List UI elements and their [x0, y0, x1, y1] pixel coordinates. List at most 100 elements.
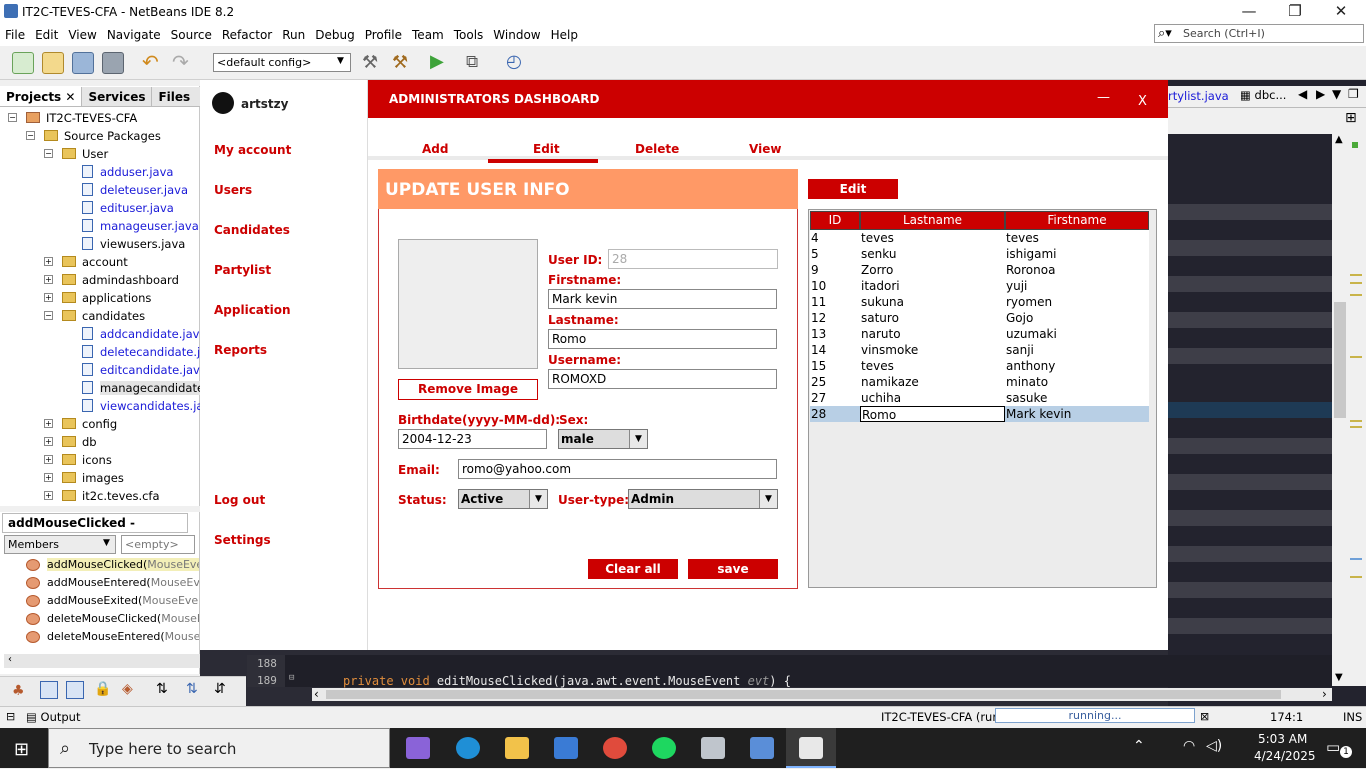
scroll-thumb[interactable]: [1334, 302, 1346, 418]
navigator-item[interactable]: deleteMouseClicked(MouseEve: [47, 612, 199, 625]
filter-inherited-icon[interactable]: ◈: [122, 681, 133, 697]
settings-link[interactable]: Settings: [214, 533, 271, 547]
expand-toggle-icon[interactable]: +: [44, 293, 53, 302]
tree-node[interactable]: User: [82, 147, 108, 161]
tree-node[interactable]: db: [82, 435, 97, 449]
remove-image-button[interactable]: Remove Image: [398, 379, 538, 400]
notification-icon[interactable]: ▭: [1326, 738, 1340, 756]
firstname-field[interactable]: Mark kevin: [548, 289, 777, 309]
table-row[interactable]: 28 Romo Mark kevin: [810, 406, 1149, 422]
column-header-firstname[interactable]: Firstname: [1005, 211, 1149, 230]
open-project-icon[interactable]: [72, 52, 94, 74]
save-button[interactable]: save: [688, 559, 778, 579]
table-row[interactable]: 5 senku ishigami: [810, 246, 1149, 262]
spotify-icon[interactable]: [652, 737, 676, 759]
new-project-icon[interactable]: [42, 52, 64, 74]
tab-dropdown-icon[interactable]: ▼: [1332, 87, 1341, 101]
navigator-item[interactable]: addMouseEntered(MouseEvent: [47, 576, 199, 589]
tree-node[interactable]: addcandidate.java: [100, 327, 206, 341]
usertype-select[interactable]: Admin ▼: [628, 489, 778, 509]
tree-node[interactable]: viewcandidates.jav: [100, 399, 210, 413]
menu-refactor[interactable]: Refactor: [217, 28, 277, 42]
scroll-left-icon[interactable]: ‹: [314, 687, 319, 701]
scroll-tabs-right-icon[interactable]: ▶: [1316, 87, 1325, 101]
sex-select[interactable]: male ▼: [558, 429, 648, 449]
store-icon[interactable]: [554, 737, 578, 759]
clean-build-icon[interactable]: ⚒: [392, 52, 408, 73]
table-row[interactable]: 25 namikaze minato: [810, 374, 1149, 390]
filter-lock-icon[interactable]: 🔒: [94, 681, 111, 697]
running-project[interactable]: IT2C-TEVES-CFA (run): [881, 710, 1004, 724]
tab-delete[interactable]: Delete: [635, 142, 679, 156]
editor-vertical-scrollbar[interactable]: ▲ ▼: [1332, 134, 1348, 686]
expand-toggle-icon[interactable]: +: [44, 491, 53, 500]
menu-file[interactable]: File: [0, 28, 30, 42]
restore-editor-icon[interactable]: ❐: [1348, 87, 1359, 101]
tree-node[interactable]: applications: [82, 291, 151, 305]
sidebar-item-reports[interactable]: Reports: [214, 343, 267, 357]
redo-icon[interactable]: ↷: [172, 50, 189, 74]
menu-debug[interactable]: Debug: [310, 28, 359, 42]
edge-icon[interactable]: [456, 737, 480, 759]
scroll-tabs-left-icon[interactable]: ◀: [1298, 87, 1307, 101]
code-text[interactable]: private void editMouseClicked(java.awt.e…: [343, 674, 791, 688]
minimize-window-icon[interactable]: —: [1226, 0, 1272, 24]
edit-button[interactable]: Edit: [808, 179, 898, 199]
tab-add[interactable]: Add: [422, 142, 448, 156]
editor-horizontal-scrollbar[interactable]: ‹ ›: [312, 687, 1332, 701]
split-editor-icon[interactable]: ⊞: [1345, 110, 1357, 126]
profile-icon[interactable]: ◴: [506, 51, 522, 72]
menu-help[interactable]: Help: [546, 28, 583, 42]
close-icon[interactable]: ✕: [65, 90, 75, 104]
user-photo[interactable]: [398, 239, 538, 369]
expand-toggle-icon[interactable]: +: [44, 455, 53, 464]
file-explorer-icon[interactable]: [505, 737, 529, 759]
build-icon[interactable]: ⚒: [362, 52, 378, 73]
tree-node[interactable]: edituser.java: [100, 201, 174, 215]
filter-nonpublic-icon[interactable]: [40, 681, 58, 699]
run-progress-bar[interactable]: running...: [995, 708, 1195, 723]
filter-static-icon[interactable]: [66, 681, 84, 699]
ide-search-input[interactable]: Search (Ctrl+I): [1154, 24, 1364, 43]
scroll-right-icon[interactable]: ›: [1322, 687, 1327, 701]
tab-edit[interactable]: Edit: [533, 142, 560, 156]
column-header-id[interactable]: ID: [810, 211, 860, 230]
sort-icon[interactable]: ⇅: [156, 681, 168, 697]
tab-view[interactable]: View: [749, 142, 781, 156]
status-select[interactable]: Active ▼: [458, 489, 548, 509]
volume-icon[interactable]: ◁): [1206, 738, 1222, 754]
expand-toggle-icon[interactable]: +: [44, 437, 53, 446]
tab-services[interactable]: Services: [82, 87, 153, 106]
sort-source-icon[interactable]: ⇵: [214, 681, 226, 697]
email-field[interactable]: romo@yahoo.com: [458, 459, 777, 479]
taskbar-search[interactable]: Type here to search: [48, 728, 390, 768]
tree-node[interactable]: managecandidates.: [100, 381, 214, 395]
table-row[interactable]: 12 saturo Gojo: [810, 310, 1149, 326]
file-tab-partylist[interactable]: rtylist.java: [1168, 89, 1233, 103]
table-row[interactable]: 9 Zorro Roronoa: [810, 262, 1149, 278]
scroll-up-icon[interactable]: ▲: [1335, 134, 1343, 145]
tree-node[interactable]: config: [82, 417, 117, 431]
menu-run[interactable]: Run: [277, 28, 310, 42]
tree-node[interactable]: images: [82, 471, 124, 485]
undo-icon[interactable]: ↶: [142, 50, 159, 74]
sidebar-item-candidates[interactable]: Candidates: [214, 223, 290, 237]
clear-all-button[interactable]: Clear all: [588, 559, 678, 579]
tree-node[interactable]: IT2C-TEVES-CFA: [46, 111, 137, 125]
table-row[interactable]: 10 itadori yuji: [810, 278, 1149, 294]
output-tab[interactable]: ▤ Output: [26, 710, 80, 724]
menu-source[interactable]: Source: [166, 28, 217, 42]
birthdate-field[interactable]: 2004-12-23: [398, 429, 547, 449]
table-row[interactable]: 4 teves teves: [810, 230, 1149, 246]
navigator-item[interactable]: addMouseClicked(MouseEvent e: [47, 558, 199, 571]
expand-toggle-icon[interactable]: +: [44, 275, 53, 284]
tree-node[interactable]: icons: [82, 453, 112, 467]
tree-node[interactable]: adduser.java: [100, 165, 173, 179]
expand-toggle-icon[interactable]: −: [26, 131, 35, 140]
sidebar-item-partylist[interactable]: Partylist: [214, 263, 271, 277]
cancel-process-icon[interactable]: ⊠: [1200, 710, 1209, 723]
menu-edit[interactable]: Edit: [30, 28, 63, 42]
expand-toggle-icon[interactable]: +: [44, 419, 53, 428]
clock-date[interactable]: 4/24/2025: [1254, 749, 1316, 763]
sort-name-icon[interactable]: ⇅: [186, 681, 198, 697]
